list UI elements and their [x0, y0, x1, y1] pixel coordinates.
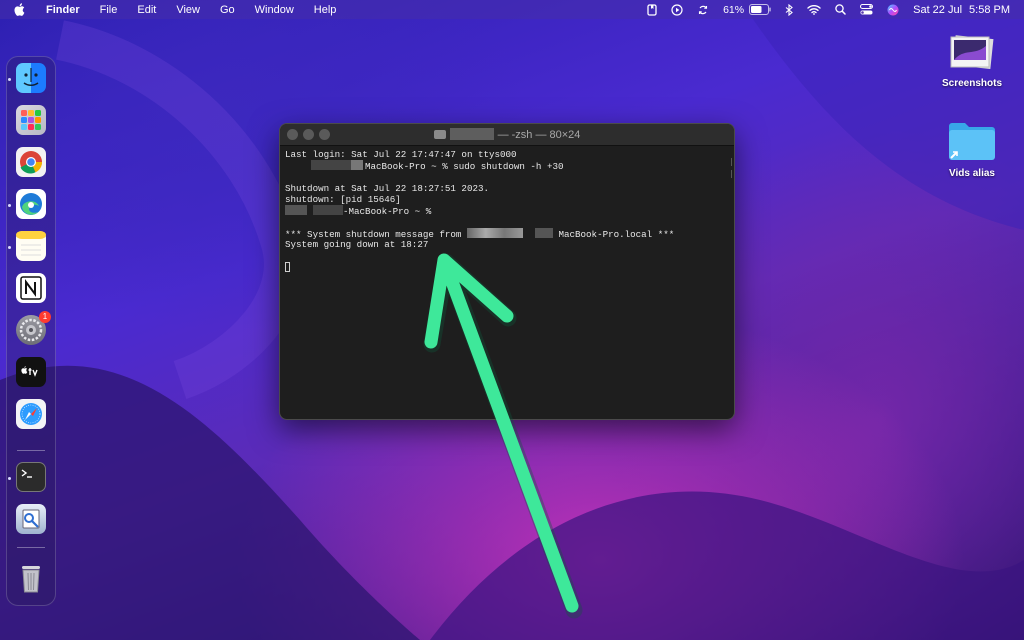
annotation-arrow: [423, 253, 583, 619]
